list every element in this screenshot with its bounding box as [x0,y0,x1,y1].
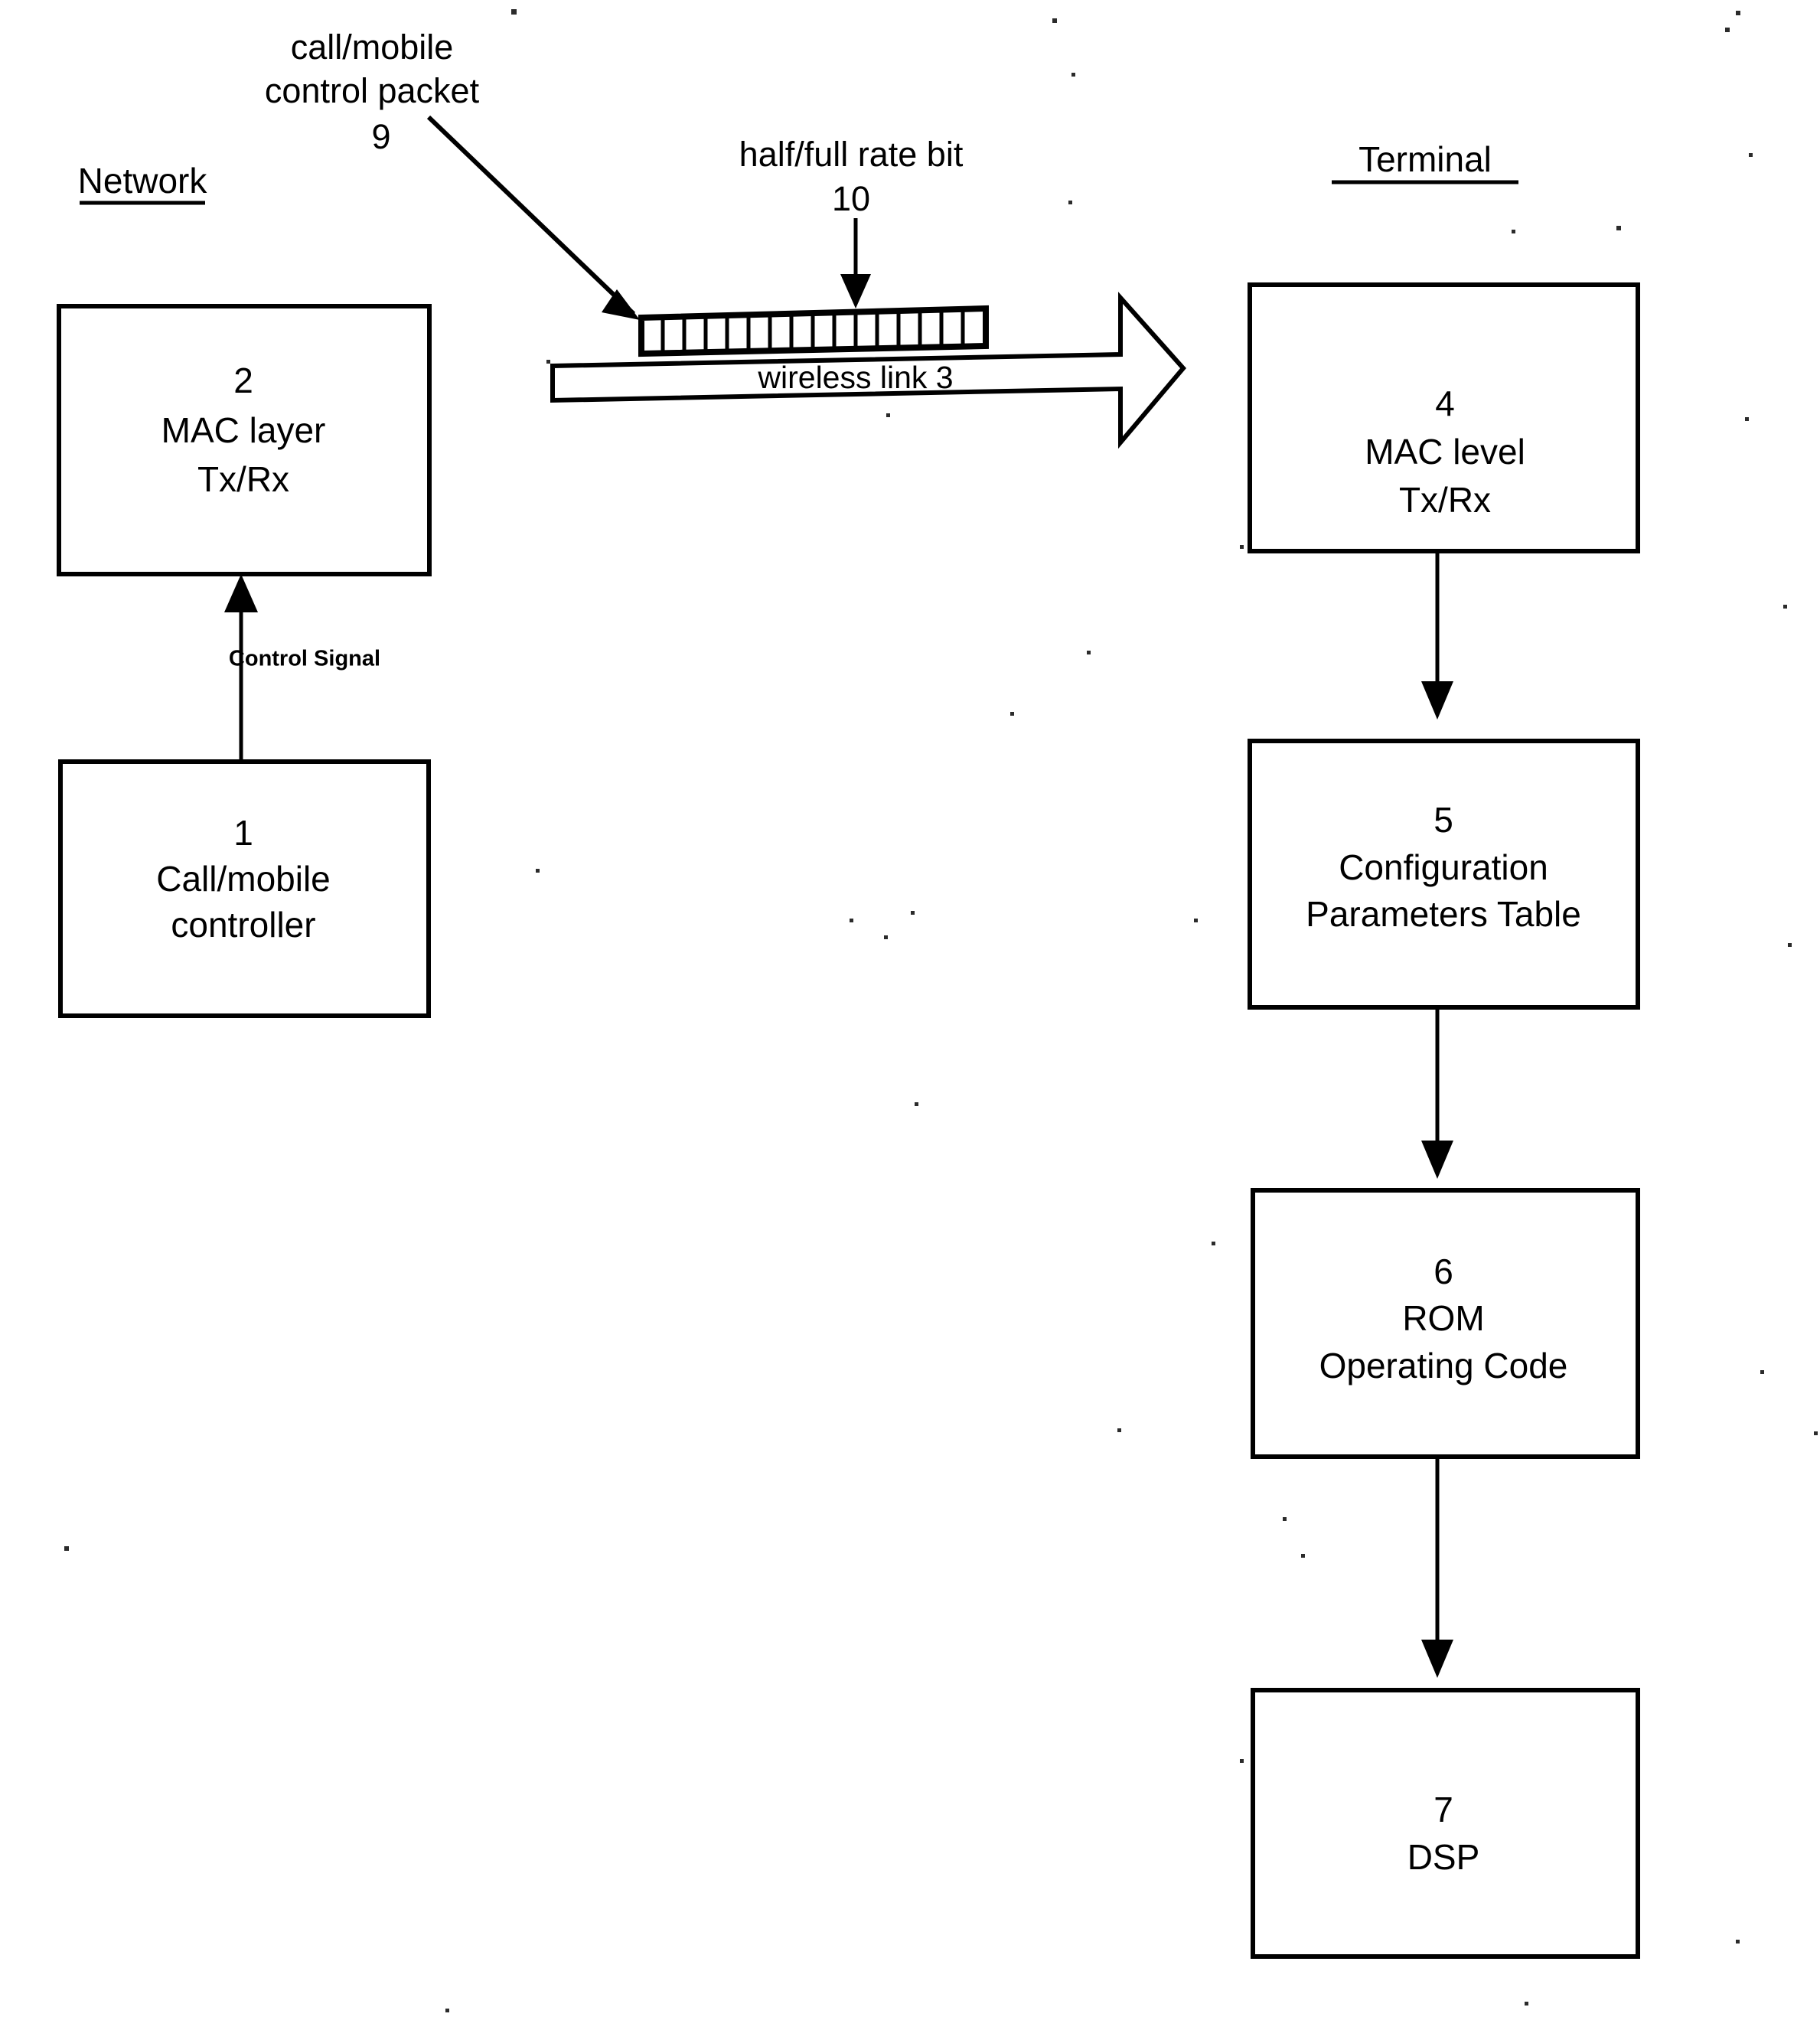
box-2-label-line1: MAC layer [161,410,326,450]
packet-annotation-line1: call/mobile [291,28,454,67]
box-call-mobile-controller: 1 Call/mobile controller [58,759,431,1018]
box-5-label-line1: Configuration [1339,847,1548,887]
box-6-reference-numeral: 6 [1433,1252,1453,1291]
packet-annotation-line2: control packet [265,71,480,110]
bit-pointer-arrow [840,218,871,308]
box-5-reference-numeral: 5 [1433,800,1453,840]
wireless-link-label: wireless link 3 [757,360,953,395]
packet-leader-arrow [426,115,640,320]
box-7-reference-numeral: 7 [1433,1790,1453,1829]
arrow-box6-to-box7 [1421,1458,1453,1678]
arrow-box5-to-box6 [1421,1009,1453,1179]
box-mac-layer-tx-rx: 2 MAC layer Tx/Rx [57,304,432,576]
box-mac-level-tx-rx: 4 MAC level Tx/Rx [1248,282,1640,553]
box-4-label-line1: MAC level [1365,432,1525,472]
network-heading: Network [78,161,208,201]
patent-figure-page: Network Terminal call/mobile control pac… [0,0,1820,2030]
control-signal-label: Control Signal [229,647,380,671]
box-2-label-line2: Tx/Rx [197,459,289,499]
control-packet-strip [638,305,989,357]
box-rom-operating-code: 6 ROM Operating Code [1251,1188,1640,1459]
bit-annotation-label: half/full rate bit [739,135,964,174]
box-2-reference-numeral: 2 [233,361,253,400]
box-configuration-parameters-table: 5 Configuration Parameters Table [1248,739,1640,1010]
box-6-label-line1: ROM [1402,1298,1484,1338]
box-6-label-line2: Operating Code [1319,1346,1568,1385]
bit-reference-numeral: 10 [832,179,870,218]
box-1-reference-numeral: 1 [233,813,253,853]
box-1-label-line1: Call/mobile [156,859,331,899]
box-5-label-line2: Parameters Table [1306,894,1581,934]
arrow-box4-to-box5 [1421,553,1453,720]
diagram-canvas: Network Terminal call/mobile control pac… [57,9,1818,2012]
terminal-heading: Terminal [1358,139,1492,179]
packet-reference-numeral: 9 [371,117,390,156]
box-4-label-line2: Tx/Rx [1399,480,1491,520]
box-dsp: 7 DSP [1251,1688,1640,1959]
box-1-label-line2: controller [171,905,315,945]
box-4-reference-numeral: 4 [1435,383,1455,423]
box-7-label-line1: DSP [1407,1837,1480,1877]
